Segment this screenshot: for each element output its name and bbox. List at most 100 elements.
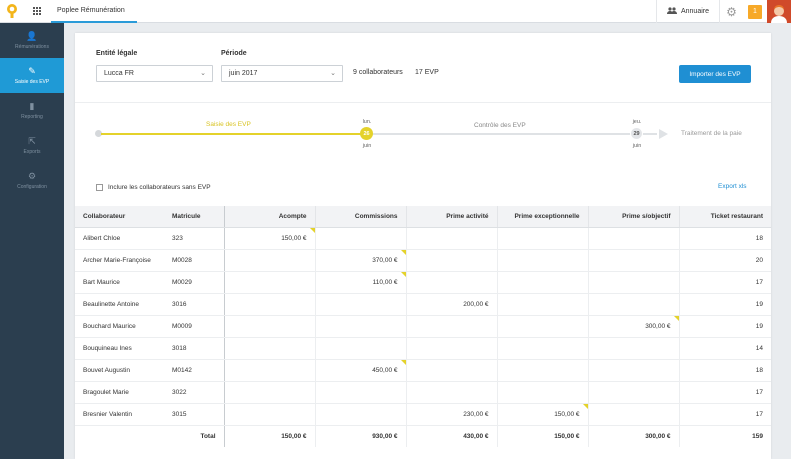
cell-prime-activite[interactable] <box>405 337 497 360</box>
cell-prime-objectif[interactable] <box>587 227 679 250</box>
cell-commissions[interactable]: 110,00 € <box>314 271 406 294</box>
chevron-down-icon: ⌄ <box>330 70 336 77</box>
timeline-date2-badge: 29 <box>630 127 643 140</box>
apps-grid-icon[interactable] <box>23 0 51 23</box>
cell-collaborateur: Bresnier Valentin <box>75 403 164 426</box>
sidebar-item-remunerations[interactable]: 👤 Rémunérations <box>0 23 64 58</box>
settings-gear-icon[interactable]: ⚙ <box>719 0 743 23</box>
cell-commissions[interactable]: 370,00 € <box>314 249 406 272</box>
cell-acompte[interactable] <box>223 381 315 404</box>
cell-prime-exceptionnelle[interactable] <box>496 227 588 250</box>
notification-badge[interactable]: 1 <box>748 4 762 19</box>
sidebar-item-exports[interactable]: ⇱ Exports <box>0 128 64 163</box>
column-header-matricule[interactable]: Matricule <box>164 206 224 228</box>
cell-ticket-restaurant[interactable]: 17 <box>678 271 771 294</box>
period-select[interactable]: juin 2017 ⌄ <box>221 65 343 82</box>
export-xls-link[interactable]: Export xls <box>718 183 747 190</box>
cell-prime-objectif[interactable] <box>587 337 679 360</box>
cell-prime-activite[interactable] <box>405 359 497 382</box>
cell-prime-activite[interactable] <box>405 315 497 338</box>
avatar[interactable] <box>767 0 791 23</box>
cell-ticket-restaurant[interactable]: 17 <box>678 381 771 404</box>
comment-flag-icon[interactable] <box>582 403 588 409</box>
include-without-evp-checkbox[interactable] <box>96 184 103 191</box>
cell-acompte[interactable] <box>223 359 315 382</box>
total-acompte: 150,00 € <box>223 425 315 447</box>
cell-prime-objectif[interactable] <box>587 381 679 404</box>
cell-prime-exceptionnelle[interactable] <box>496 381 588 404</box>
cell-acompte[interactable] <box>223 249 315 272</box>
cell-acompte[interactable] <box>223 403 315 426</box>
cell-value: 300,00 € <box>645 322 671 330</box>
entity-select[interactable]: Lucca FR ⌄ <box>96 65 213 82</box>
cell-collaborateur: Bouvet Augustin <box>75 359 164 382</box>
cell-matricule: M0028 <box>164 249 224 272</box>
comment-flag-icon[interactable] <box>400 249 406 255</box>
cell-prime-exceptionnelle[interactable] <box>496 315 588 338</box>
cell-prime-exceptionnelle[interactable]: 150,00 € <box>496 403 588 426</box>
cell-ticket-restaurant[interactable]: 20 <box>678 249 771 272</box>
comment-flag-icon[interactable] <box>400 359 406 365</box>
sidebar-item-configuration[interactable]: ⚙ Configuration <box>0 163 64 198</box>
column-header-commissions[interactable]: Commissions <box>314 206 406 228</box>
cell-prime-exceptionnelle[interactable] <box>496 359 588 382</box>
cell-ticket-restaurant[interactable]: 19 <box>678 315 771 338</box>
cell-commissions[interactable] <box>314 293 406 316</box>
total-prime-exceptionnelle: 150,00 € <box>496 425 588 447</box>
cell-prime-activite[interactable] <box>405 271 497 294</box>
cell-ticket-restaurant[interactable]: 14 <box>678 337 771 360</box>
cell-commissions[interactable] <box>314 337 406 360</box>
column-header-acompte[interactable]: Acompte <box>223 206 315 228</box>
cell-ticket-restaurant[interactable]: 17 <box>678 403 771 426</box>
cell-prime-objectif[interactable] <box>587 359 679 382</box>
comment-flag-icon[interactable] <box>673 315 679 321</box>
column-header-ticket-restaurant[interactable]: Ticket restaurant <box>678 206 771 228</box>
sidebar-item-reporting[interactable]: ▮ Reporting <box>0 93 64 128</box>
cell-commissions[interactable] <box>314 315 406 338</box>
cell-commissions[interactable] <box>314 381 406 404</box>
cell-acompte[interactable] <box>223 271 315 294</box>
app-logo-icon[interactable] <box>0 0 23 23</box>
annuaire-button[interactable]: Annuaire <box>655 0 719 23</box>
cell-prime-exceptionnelle[interactable] <box>496 293 588 316</box>
include-without-evp-label: Inclure les collaborateurs sans EVP <box>108 184 211 191</box>
timeline-date1-badge: 26 <box>360 127 373 140</box>
cell-commissions[interactable]: 450,00 € <box>314 359 406 382</box>
cell-prime-exceptionnelle[interactable] <box>496 337 588 360</box>
sidebar-item-saisie-evp[interactable]: ✎ Saisie des EVP <box>0 58 64 93</box>
cell-ticket-restaurant[interactable]: 18 <box>678 359 771 382</box>
timeline-date2-month: juin <box>632 143 642 149</box>
column-header-prime-objectif[interactable]: Prime s/objectif <box>587 206 679 228</box>
cell-ticket-restaurant[interactable]: 18 <box>678 227 771 250</box>
cell-acompte[interactable] <box>223 337 315 360</box>
comment-flag-icon[interactable] <box>309 227 315 233</box>
cell-prime-activite[interactable]: 230,00 € <box>405 403 497 426</box>
cell-prime-objectif[interactable] <box>587 271 679 294</box>
cell-prime-objectif[interactable] <box>587 249 679 272</box>
cell-matricule: M0009 <box>164 315 224 338</box>
cell-prime-objectif[interactable] <box>587 293 679 316</box>
cell-prime-activite[interactable] <box>405 227 497 250</box>
cell-prime-objectif[interactable]: 300,00 € <box>587 315 679 338</box>
cell-value: 17 <box>755 388 763 396</box>
cell-prime-activite[interactable] <box>405 249 497 272</box>
cell-ticket-restaurant[interactable]: 19 <box>678 293 771 316</box>
cell-acompte[interactable] <box>223 293 315 316</box>
cell-acompte[interactable] <box>223 315 315 338</box>
app-title-tab[interactable]: Poplee Rémunération <box>51 0 137 23</box>
cell-acompte[interactable]: 150,00 € <box>223 227 315 250</box>
import-evp-button[interactable]: Importer des EVP <box>679 65 751 83</box>
column-header-prime-exceptionnelle[interactable]: Prime exceptionnelle <box>496 206 588 228</box>
column-header-prime-activite[interactable]: Prime activité <box>405 206 497 228</box>
cell-prime-activite[interactable]: 200,00 € <box>405 293 497 316</box>
cell-prime-exceptionnelle[interactable] <box>496 271 588 294</box>
cell-matricule: 3018 <box>164 337 224 360</box>
cell-prime-activite[interactable] <box>405 381 497 404</box>
cell-prime-exceptionnelle[interactable] <box>496 249 588 272</box>
comment-flag-icon[interactable] <box>400 271 406 277</box>
cell-value: 19 <box>755 300 763 308</box>
cell-prime-objectif[interactable] <box>587 403 679 426</box>
cell-commissions[interactable] <box>314 403 406 426</box>
cell-commissions[interactable] <box>314 227 406 250</box>
column-header-collaborateur[interactable]: Collaborateur <box>75 206 164 228</box>
